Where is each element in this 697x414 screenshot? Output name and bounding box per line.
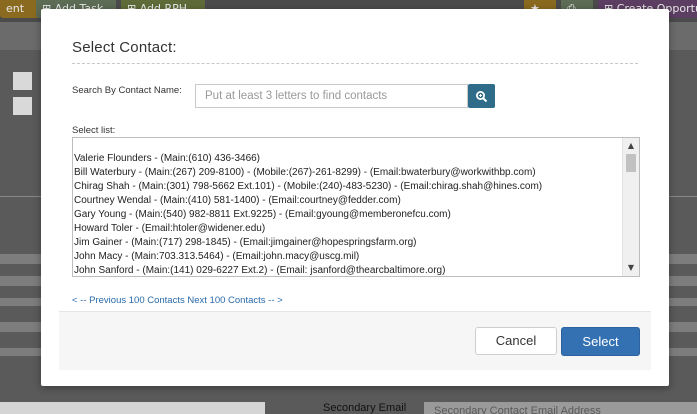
contact-option[interactable]: John Sanford - (Main:(141) 029-6227 Ext.… xyxy=(74,264,621,276)
select-contact-modal: Select Contact: Search By Contact Name: … xyxy=(41,9,669,386)
modal-title: Select Contact: xyxy=(72,39,638,64)
list-scrollbar[interactable]: ▲ ▼ xyxy=(622,138,639,276)
bg-checkbox xyxy=(13,72,32,90)
bg-checkbox xyxy=(13,97,32,115)
contact-option[interactable]: Valerie Flounders - (Main:(610) 436-3466… xyxy=(74,152,621,166)
bg-secondary-email-input: Secondary Contact Email Address xyxy=(424,402,697,414)
contact-option[interactable]: John Macy - (Main:703.313.5464) - (Email… xyxy=(74,250,621,264)
search-label: Search By Contact Name: xyxy=(72,85,182,96)
contact-option[interactable]: Chirag Shah - (Main:(301) 798-5662 Ext.1… xyxy=(74,180,621,194)
contact-options: Valerie Flounders - (Main:(610) 436-3466… xyxy=(74,152,621,276)
select-button[interactable]: Select xyxy=(561,327,640,356)
previous-contacts-link[interactable]: < -- Previous 100 Contacts xyxy=(72,295,185,306)
next-contacts-link[interactable]: Next 100 Contacts -- > xyxy=(187,295,282,306)
contact-option[interactable]: Howard Toler - (Email:htoler@widener.edu… xyxy=(74,222,621,236)
pager: < -- Previous 100 Contacts Next 100 Cont… xyxy=(72,295,283,306)
modal-header: Select Contact: xyxy=(72,39,638,64)
contact-select-list[interactable]: Valerie Flounders - (Main:(610) 436-3466… xyxy=(72,137,640,277)
cancel-button[interactable]: Cancel xyxy=(475,327,557,355)
select-list-label: Select list: xyxy=(72,125,116,136)
contact-option[interactable]: Gary Young - (Main:(540) 982-8811 Ext.92… xyxy=(74,208,621,222)
scroll-up-arrow-icon[interactable]: ▲ xyxy=(623,139,639,153)
scroll-thumb[interactable] xyxy=(626,154,636,172)
contact-search-input[interactable] xyxy=(195,84,468,108)
bg-field xyxy=(0,402,265,414)
search-button[interactable] xyxy=(468,84,495,108)
bg-secondary-email-label: Secondary Email xyxy=(323,402,407,414)
contact-option[interactable]: Courtney Wendal - (Main:(410) 581-1400) … xyxy=(74,194,621,208)
scroll-down-arrow-icon[interactable]: ▼ xyxy=(623,261,639,275)
search-icon xyxy=(476,90,488,102)
contact-option[interactable]: Jim Gainer - (Main:(717) 298-1845) - (Em… xyxy=(74,236,621,250)
contact-option[interactable]: Bill Waterbury - (Main:(267) 209-8100) -… xyxy=(74,166,621,180)
